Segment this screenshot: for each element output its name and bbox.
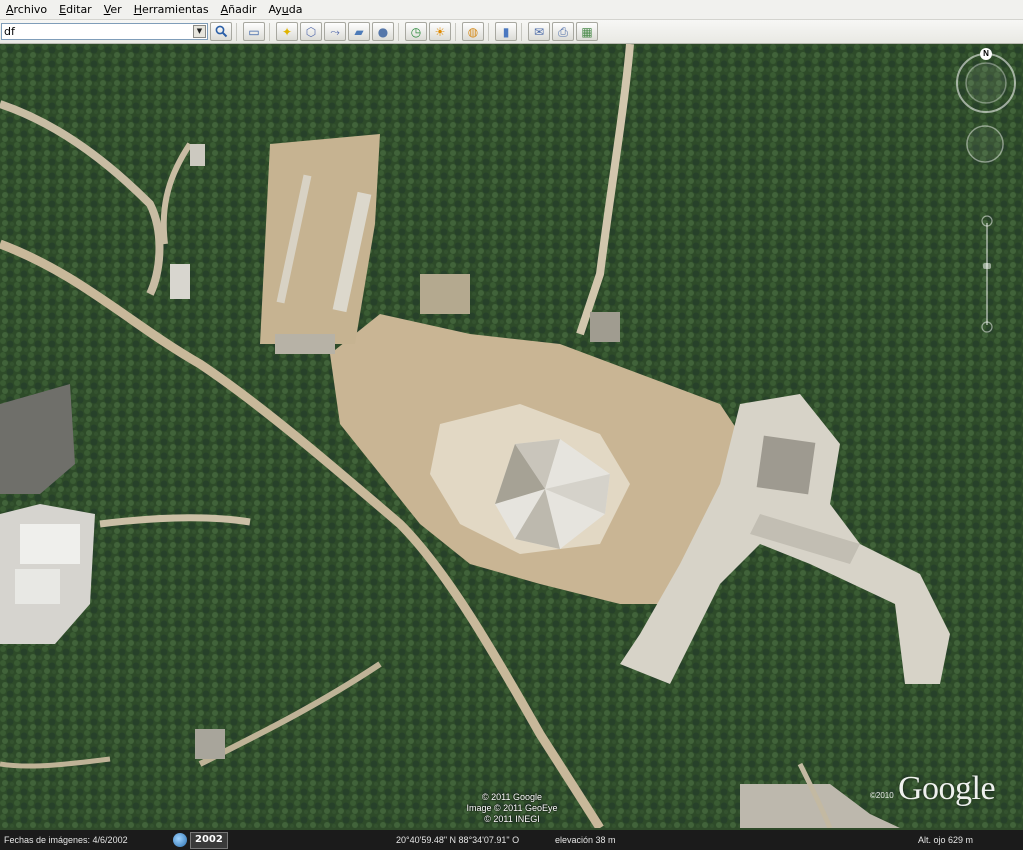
add-polygon-button[interactable]: ⬡: [300, 22, 322, 41]
email-icon: ✉: [533, 24, 545, 39]
print-button[interactable]: ⎙: [552, 22, 574, 41]
planets-button[interactable]: ◍: [462, 22, 484, 41]
imagery-date: Fechas de imágenes: 4/6/2002: [4, 835, 128, 845]
zoom-slider[interactable]: [981, 215, 993, 333]
add-image-overlay-icon: ▰: [354, 24, 364, 39]
sidebar-toggle-icon: ▭: [248, 24, 260, 39]
add-path-icon: ⤳: [330, 24, 340, 39]
historical-year-button[interactable]: 2002: [190, 832, 228, 849]
planets-icon: ◍: [467, 24, 479, 39]
sunlight-button[interactable]: ☀: [429, 22, 451, 41]
globe-icon[interactable]: [173, 833, 187, 847]
search-field: ▼: [1, 23, 208, 40]
ruler-icon: ▮: [502, 24, 510, 39]
search-icon: [215, 25, 227, 38]
menu-herramientas[interactable]: Herramientas: [128, 0, 215, 19]
sunlight-icon: ☀: [434, 24, 446, 39]
north-indicator[interactable]: N: [980, 48, 992, 60]
add-placemark-button[interactable]: ✦: [276, 22, 298, 41]
search-dropdown-button[interactable]: ▼: [193, 25, 206, 38]
copyright-text: © 2011 Google Image © 2011 GeoEye © 2011…: [452, 792, 572, 825]
look-control[interactable]: [955, 52, 1017, 114]
status-bar: Fechas de imágenes: 4/6/2002 20°40'59.48…: [0, 830, 1023, 850]
historical-imagery-button[interactable]: ◷: [405, 22, 427, 41]
toolbar: ▼ ▭ ✦ ⬡ ⤳ ▰ ● ◷ ☀ ◍ ▮ ✉ ⎙ ▦: [0, 20, 1023, 44]
email-button[interactable]: ✉: [528, 22, 550, 41]
coordinates-readout: 20°40'59.48" N 88°34'07.91" O: [396, 835, 520, 845]
toolbar-separator: [521, 22, 522, 41]
add-polygon-icon: ⬡: [305, 24, 317, 39]
move-control[interactable]: [965, 124, 1005, 164]
menu-anadir[interactable]: Añadir: [215, 0, 263, 19]
toolbar-separator: [488, 22, 489, 41]
zoom-slider-handle[interactable]: [983, 263, 991, 269]
toolbar-separator: [398, 22, 399, 41]
menu-editar[interactable]: Editar: [53, 0, 98, 19]
menu-bar: Archivo Editar Ver Herramientas Añadir A…: [0, 0, 1023, 20]
view-in-maps-button[interactable]: ▦: [576, 22, 598, 41]
eye-altitude-readout: Alt. ojo 629 m: [918, 835, 974, 845]
print-icon: ⎙: [558, 24, 568, 39]
menu-archivo[interactable]: Archivo: [0, 0, 53, 19]
copyright-line: Image © 2011 GeoEye: [466, 803, 558, 813]
map-view[interactable]: N: [0, 44, 1023, 828]
add-placemark-icon: ✦: [281, 24, 293, 39]
toolbar-separator: [455, 22, 456, 41]
toolbar-separator: [236, 22, 237, 41]
sidebar-toggle-button[interactable]: ▭: [243, 22, 265, 41]
copyright-line: © 2011 INEGI: [484, 814, 540, 824]
menu-ver[interactable]: Ver: [98, 0, 128, 19]
elevation-readout: elevación 38 m: [555, 835, 616, 845]
google-logo: Google: [898, 770, 996, 807]
view-in-maps-icon: ▦: [581, 24, 593, 39]
historical-imagery-icon: ◷: [410, 24, 422, 39]
record-tour-icon: ●: [377, 24, 389, 39]
search-button[interactable]: [210, 22, 232, 41]
menu-ayuda[interactable]: Ayuda: [262, 0, 308, 19]
toolbar-separator: [269, 22, 270, 41]
add-path-button[interactable]: ⤳: [324, 22, 346, 41]
search-input[interactable]: [2, 24, 196, 39]
satellite-imagery: [0, 44, 1023, 828]
copyright-line: © 2011 Google: [481, 792, 542, 802]
record-tour-button[interactable]: ●: [372, 22, 394, 41]
ruler-button[interactable]: ▮: [495, 22, 517, 41]
add-image-overlay-button[interactable]: ▰: [348, 22, 370, 41]
logo-year: ©2010: [870, 791, 894, 800]
